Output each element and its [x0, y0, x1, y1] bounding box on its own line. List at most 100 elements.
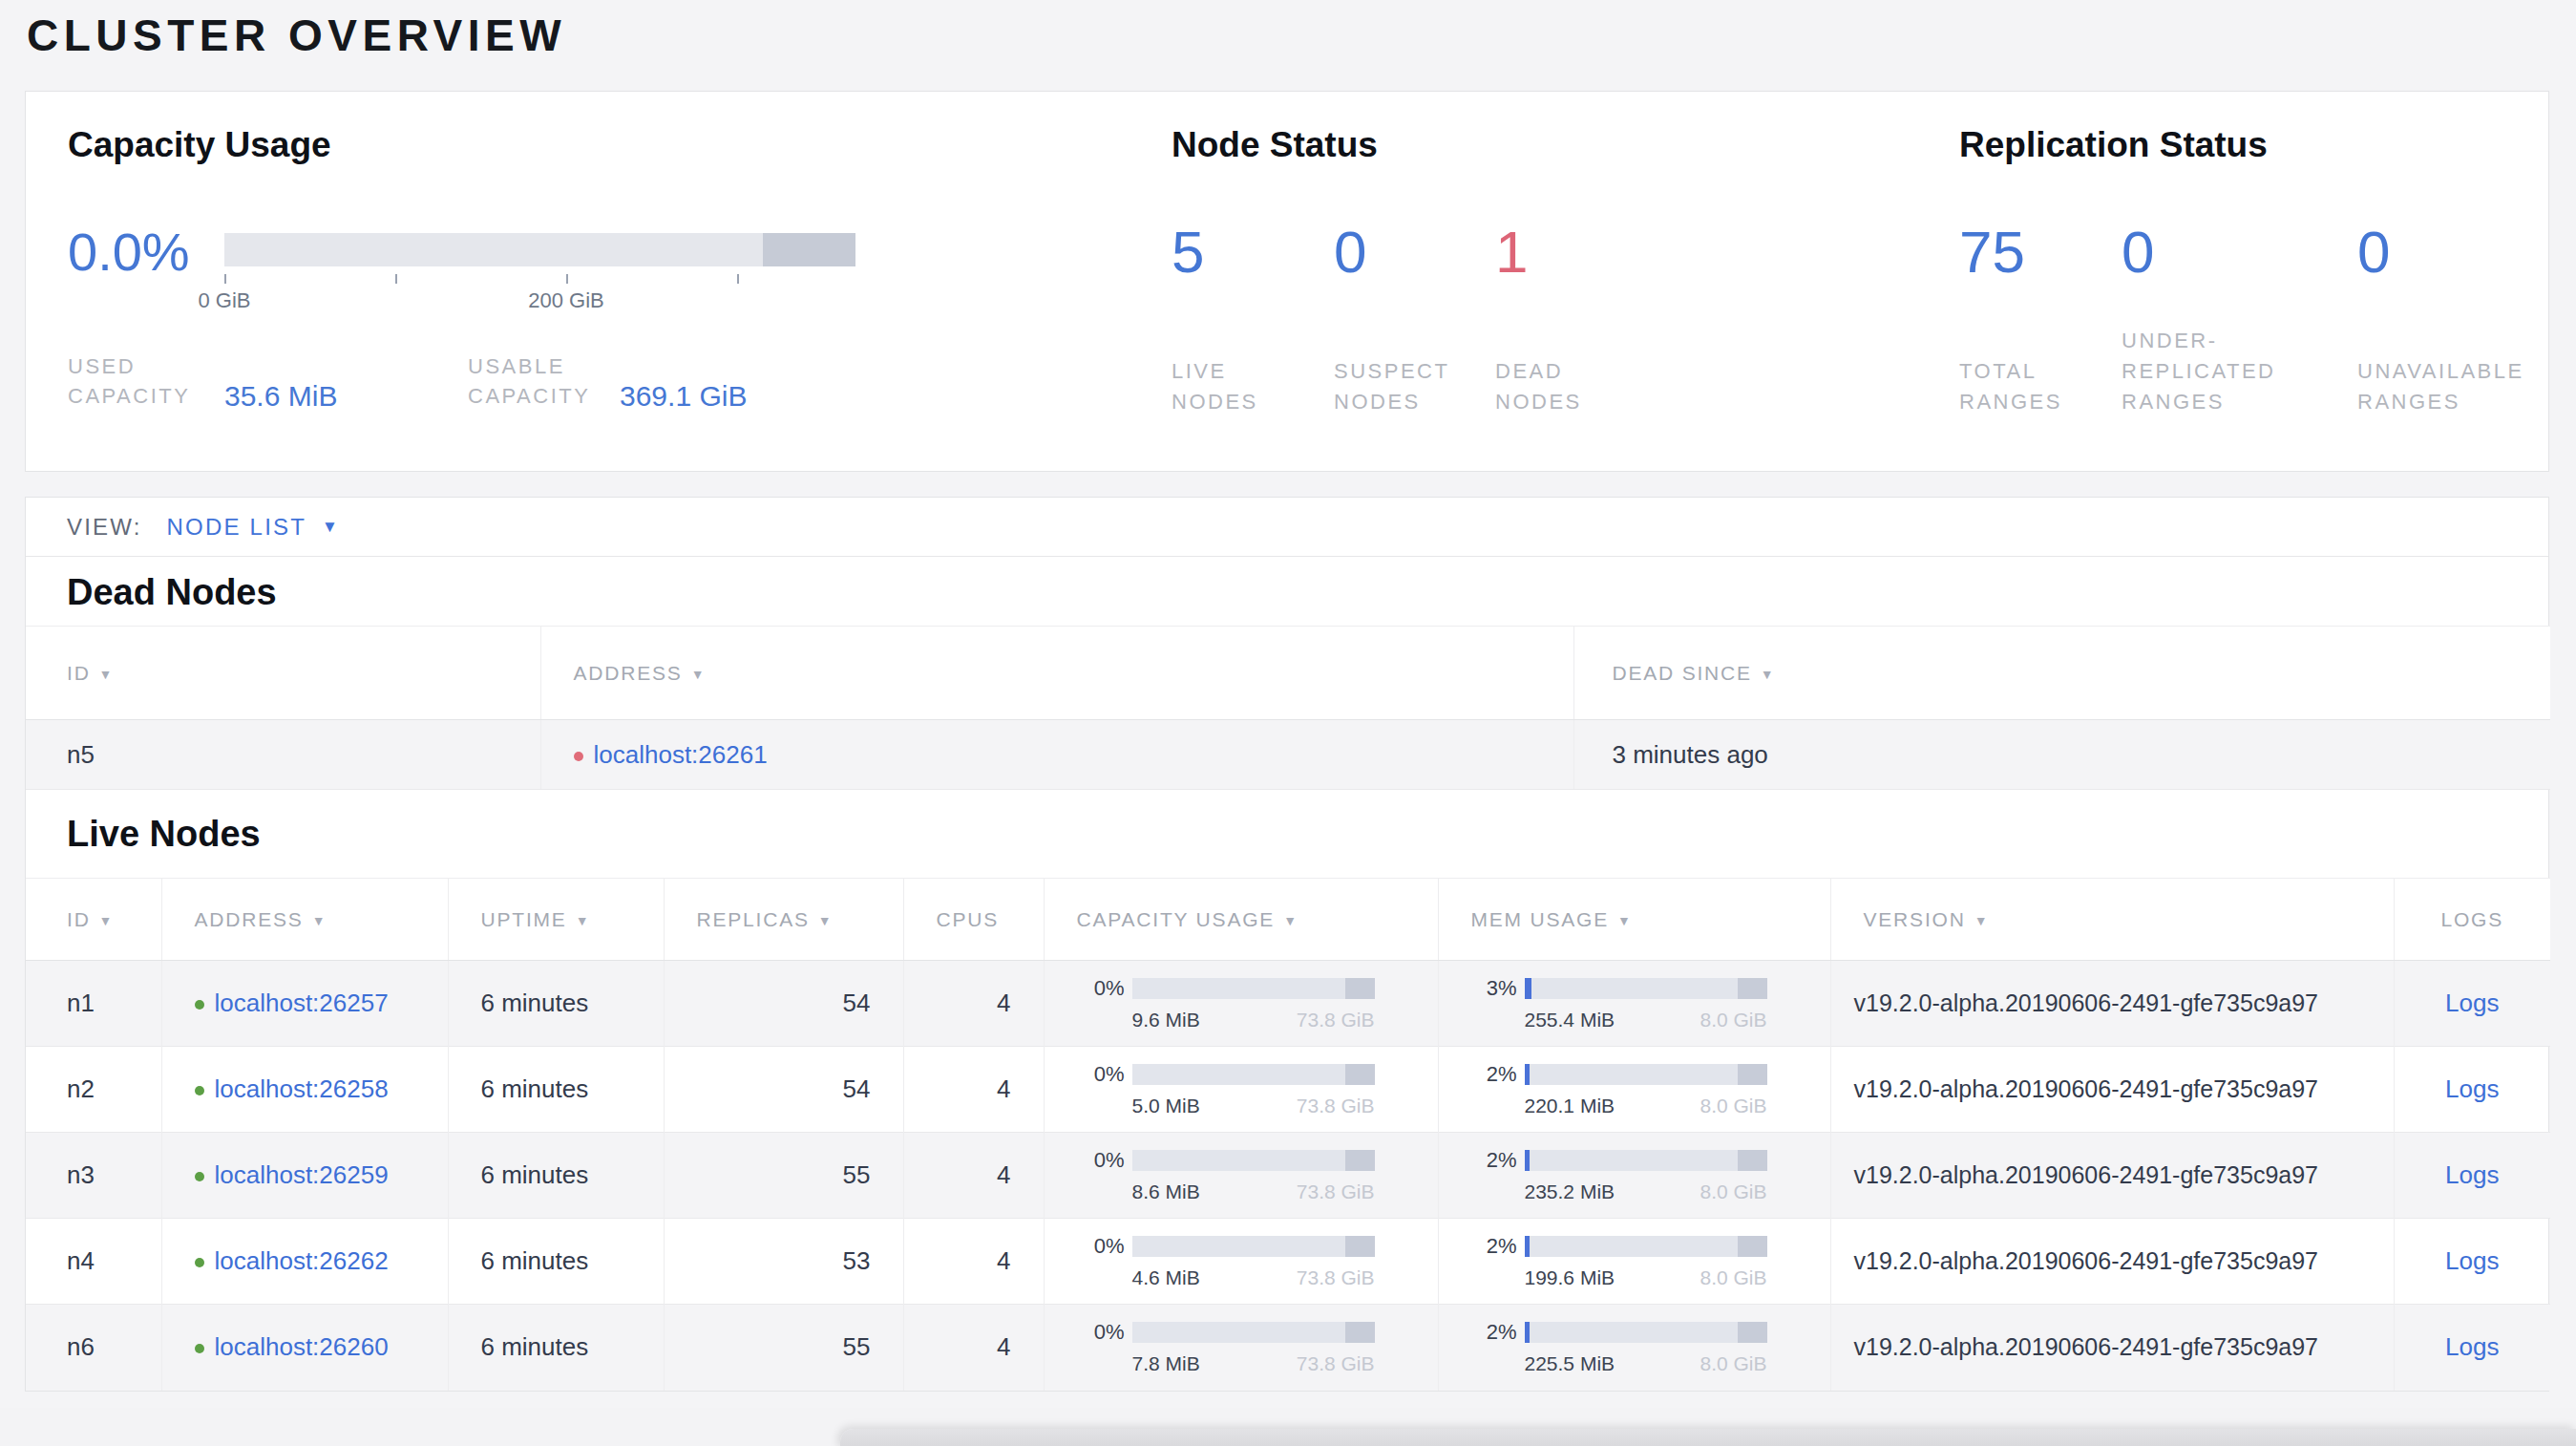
live-nodes-stat: 5 LIVE NODES	[1172, 219, 1334, 417]
suspect-nodes-label: SUSPECT NODES	[1334, 326, 1495, 417]
dead-nodes-title: Dead Nodes	[26, 557, 2548, 626]
capacity-used: 4.6 MiB	[1132, 1266, 1200, 1289]
logs-link[interactable]: Logs	[2445, 1160, 2499, 1189]
live-node-cpus: 4	[903, 1133, 1044, 1219]
capacity-usage-section: Capacity Usage 0.0% 0 GiB 200 GiB USED C…	[68, 92, 1118, 471]
live-node-id: n1	[26, 961, 161, 1047]
live-col-version[interactable]: VERSION	[1830, 879, 2394, 961]
dead-node-address-link[interactable]: localhost:26261	[594, 740, 768, 769]
mem-pct: 2%	[1487, 1148, 1517, 1173]
mem-used: 199.6 MiB	[1525, 1266, 1615, 1289]
view-label: VIEW:	[67, 514, 142, 541]
mem-bar-fill	[1525, 1322, 1530, 1343]
logs-link[interactable]: Logs	[2445, 1074, 2499, 1103]
mem-bar-fill	[1525, 1236, 1530, 1257]
replication-status-section: Replication Status 75 TOTAL RANGES 0 UND…	[1959, 92, 2550, 471]
logs-link[interactable]: Logs	[2445, 1332, 2499, 1361]
axis-tick-label: 0 GiB	[198, 288, 250, 313]
live-status-icon	[195, 1258, 204, 1267]
live-col-replicas[interactable]: REPLICAS	[664, 879, 903, 961]
live-node-id: n3	[26, 1133, 161, 1219]
sort-desc-icon	[91, 662, 115, 684]
mem-bar	[1525, 978, 1767, 999]
live-node-id: n4	[26, 1219, 161, 1305]
bottom-scrollbar[interactable]	[840, 1429, 2576, 1446]
used-capacity-value: 35.6 MiB	[224, 379, 337, 414]
live-col-capacity-usage[interactable]: CAPACITY USAGE	[1044, 879, 1438, 961]
logs-link[interactable]: Logs	[2445, 989, 2499, 1017]
live-col-address[interactable]: ADDRESS	[161, 879, 448, 961]
total-ranges-stat: 75 TOTAL RANGES	[1959, 219, 2122, 417]
mem-total: 8.0 GiB	[1700, 1095, 1766, 1117]
suspect-nodes-count: 0	[1334, 219, 1495, 326]
dead-status-icon	[574, 752, 583, 761]
mem-total: 8.0 GiB	[1700, 1352, 1766, 1375]
dead-col-id[interactable]: ID	[26, 627, 540, 720]
live-node-address-link[interactable]: localhost:26259	[215, 1160, 389, 1189]
node-status-title: Node Status	[1172, 123, 1378, 167]
live-node-uptime: 6 minutes	[448, 1305, 664, 1391]
capacity-total: 73.8 GiB	[1297, 1180, 1375, 1203]
under-replicated-ranges-stat: 0 UNDER- REPLICATED RANGES	[2122, 219, 2357, 417]
capacity-pct: 0%	[1094, 1320, 1125, 1345]
dead-nodes-table: ID ADDRESS DEAD SINCE n5 localhost:26261…	[26, 626, 2550, 790]
suspect-nodes-stat: 0 SUSPECT NODES	[1334, 219, 1495, 417]
live-col-mem-usage[interactable]: MEM USAGE	[1438, 879, 1830, 961]
view-dropdown-value[interactable]: NODE LIST	[167, 514, 307, 541]
live-node-uptime: 6 minutes	[448, 1047, 664, 1133]
live-node-cpus: 4	[903, 1047, 1044, 1133]
live-col-logs: LOGS	[2394, 879, 2550, 961]
mem-bar	[1525, 1322, 1767, 1343]
unavailable-ranges-stat: 0 UNAVAILABLE RANGES	[2357, 219, 2567, 417]
view-dropdown[interactable]: NODE LIST ▼	[167, 514, 341, 541]
unavailable-ranges-count: 0	[2357, 219, 2567, 326]
live-node-version: v19.2.0-alpha.20190606-2491-gfe735c9a97	[1830, 1133, 2394, 1219]
live-nodes-label: LIVE NODES	[1172, 326, 1334, 417]
sort-desc-icon	[1275, 908, 1299, 930]
mem-bar-buffer	[1738, 1150, 1767, 1171]
live-node-address-link[interactable]: localhost:26258	[215, 1074, 389, 1103]
sort-desc-icon	[567, 908, 591, 930]
live-node-mem-cell: 2% 235.2 MiB8.0 GiB	[1438, 1133, 1830, 1219]
capacity-bar-buffer	[1345, 1150, 1375, 1171]
capacity-bar-track	[224, 233, 855, 266]
capacity-bar-buffer	[1345, 1064, 1375, 1085]
live-node-replicas: 53	[664, 1219, 903, 1305]
capacity-bar	[1132, 1322, 1375, 1343]
live-node-address-link[interactable]: localhost:26257	[215, 989, 389, 1017]
live-node-address-link[interactable]: localhost:26260	[215, 1332, 389, 1361]
sort-desc-icon	[1609, 908, 1633, 930]
used-capacity-label: USED CAPACITY	[68, 351, 190, 411]
capacity-pct: 0%	[1094, 1062, 1125, 1087]
total-ranges-label: TOTAL RANGES	[1959, 326, 2122, 417]
live-node-capacity-cell: 0% 9.6 MiB73.8 GiB	[1044, 961, 1438, 1047]
live-node-logs-cell: Logs	[2394, 1133, 2550, 1219]
capacity-bar	[1132, 1150, 1375, 1171]
dead-node-row: n5 localhost:26261 3 minutes ago	[26, 720, 2550, 790]
live-node-mem-cell: 2% 220.1 MiB8.0 GiB	[1438, 1047, 1830, 1133]
under-replicated-ranges-count: 0	[2122, 219, 2357, 326]
live-node-version: v19.2.0-alpha.20190606-2491-gfe735c9a97	[1830, 961, 2394, 1047]
live-col-id[interactable]: ID	[26, 879, 161, 961]
chevron-down-icon[interactable]: ▼	[322, 518, 340, 537]
mem-total: 8.0 GiB	[1700, 1266, 1766, 1289]
live-node-replicas: 54	[664, 961, 903, 1047]
live-node-capacity-cell: 0% 7.8 MiB73.8 GiB	[1044, 1305, 1438, 1391]
live-node-logs-cell: Logs	[2394, 1305, 2550, 1391]
live-node-address-cell: localhost:26260	[161, 1305, 448, 1391]
live-status-icon	[195, 1000, 204, 1010]
live-node-address-link[interactable]: localhost:26262	[215, 1246, 389, 1275]
dead-col-address[interactable]: ADDRESS	[540, 627, 1573, 720]
live-col-uptime[interactable]: UPTIME	[448, 879, 664, 961]
cluster-summary-card: Capacity Usage 0.0% 0 GiB 200 GiB USED C…	[25, 91, 2549, 472]
live-nodes-count: 5	[1172, 219, 1334, 326]
live-node-mem-cell: 2% 225.5 MiB8.0 GiB	[1438, 1305, 1830, 1391]
logs-link[interactable]: Logs	[2445, 1246, 2499, 1275]
dead-nodes-count: 1	[1495, 219, 1705, 326]
mem-bar	[1525, 1064, 1767, 1085]
live-node-mem-cell: 2% 199.6 MiB8.0 GiB	[1438, 1219, 1830, 1305]
live-node-mem-cell: 3% 255.4 MiB8.0 GiB	[1438, 961, 1830, 1047]
capacity-pct: 0%	[1094, 1234, 1125, 1259]
capacity-bar-buffer	[1345, 1322, 1375, 1343]
dead-col-dead-since[interactable]: DEAD SINCE	[1573, 627, 2550, 720]
